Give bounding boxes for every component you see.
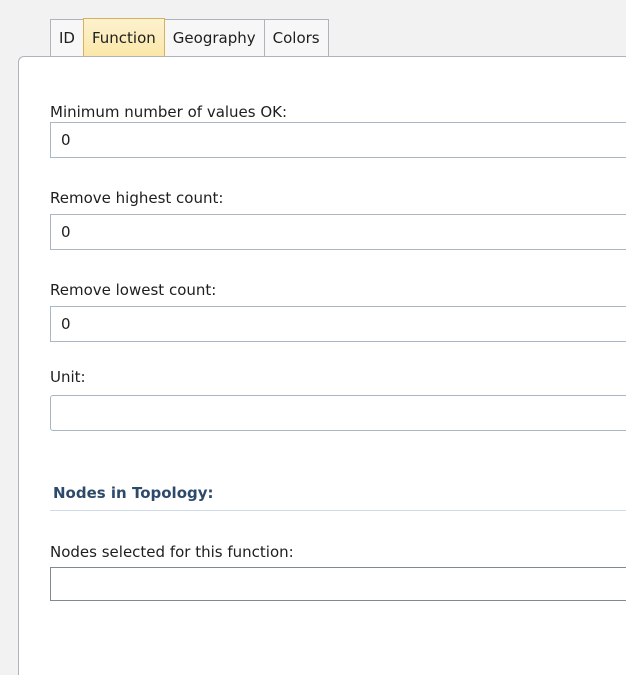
nodes-selected-label: Nodes selected for this function: xyxy=(50,543,294,561)
section-divider xyxy=(50,510,626,511)
remove-lowest-label: Remove lowest count: xyxy=(50,281,217,299)
tab-colors[interactable]: Colors xyxy=(263,19,329,56)
tab-strip: ID Function Geography Colors xyxy=(50,18,329,56)
min-values-input[interactable] xyxy=(50,122,626,158)
nodes-selected-listbox[interactable] xyxy=(50,567,626,601)
remove-highest-input[interactable] xyxy=(50,214,626,250)
tab-function-label: Function xyxy=(91,28,156,47)
unit-label: Unit: xyxy=(50,368,86,386)
remove-lowest-input[interactable] xyxy=(50,306,626,342)
tab-geography-label: Geography xyxy=(172,29,256,47)
tab-id-label: ID xyxy=(59,29,75,47)
remove-highest-label: Remove highest count: xyxy=(50,189,224,207)
nodes-in-topology-heading: Nodes in Topology: xyxy=(53,484,214,502)
tab-id[interactable]: ID xyxy=(50,19,84,56)
tab-function[interactable]: Function xyxy=(82,18,165,56)
tab-colors-label: Colors xyxy=(272,29,320,47)
tab-geography[interactable]: Geography xyxy=(163,19,265,56)
min-values-label: Minimum number of values OK: xyxy=(50,103,288,121)
function-settings-window: ID Function Geography Colors Minimum num… xyxy=(0,0,626,675)
unit-input[interactable] xyxy=(50,395,626,431)
